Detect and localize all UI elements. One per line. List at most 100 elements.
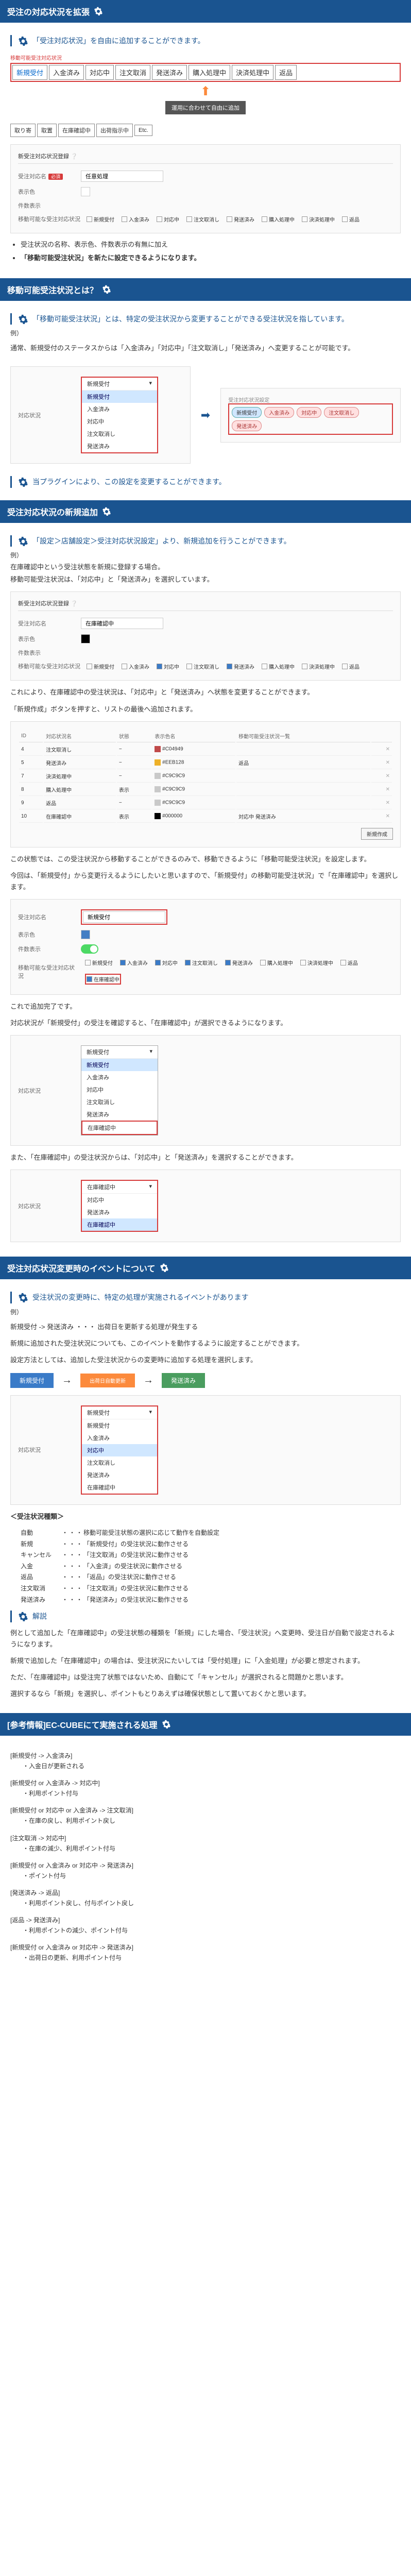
status-pill: 対応中 [297,407,321,418]
quote-s3-text: 「設定＞店舗設定＞受注対応状況設定」より、新規追加を行うことができます。 [32,535,291,547]
explain3: ただ、「在庫確認中」は受注完了状態ではないため、自動にて「キャンセル」が選択され… [10,1672,401,1683]
status-table: ID 対応状況名 状態 表示色名 移動可能受注状況一覧 4注文取消し− #C04… [18,729,393,824]
dropdown-option[interactable]: 発送済み [82,1469,157,1481]
checkbox-item[interactable]: 決済処理中 [302,215,335,223]
checkbox-item[interactable]: 購入処理中 [262,663,295,670]
flow-event: 出荷日自動更新 [80,1374,135,1387]
status-preset: 返品 [275,65,297,80]
group-label: 移動可能受注対応状況 [10,54,401,61]
dropdown-option[interactable]: 新規受付 [81,1059,158,1071]
dropdown-option[interactable]: 入金済み [81,1071,158,1083]
checkbox-item[interactable]: 対応中 [157,215,179,223]
explain1: 例として追加した「在庫確認中」の受注状態の種類を「新規」にした場合、「受注状況」… [10,1628,401,1650]
section-2-title: 移動可能受注状況とは？ [7,283,98,296]
dropdown-option[interactable]: 在庫確認中 [81,1121,158,1135]
dropdown-option[interactable]: 入金済み [82,1432,157,1444]
toggle-switch[interactable] [81,944,98,954]
checkbox-item[interactable]: 入金済み [122,215,149,223]
dropdown-option[interactable]: 対応中 [82,415,157,428]
checkbox-item[interactable]: 返品 [342,215,359,223]
checkbox-item[interactable]: 購入処理中 [260,959,293,967]
table-row: 7決済処理中− #C9C9C9✕ [19,770,392,783]
gear-icon [102,285,111,294]
dropdown-option[interactable]: 発送済み [82,440,157,452]
dropdown-option[interactable]: 発送済み [81,1108,158,1121]
checkbox-item[interactable]: 発送済み [227,215,254,223]
example-label: 例） [10,1308,401,1316]
checkbox-item[interactable]: 決済処理中 [300,959,333,967]
checkbox-item[interactable]: 新規受付 [85,959,113,967]
ex2: 移動可能受注状況は、「対応中」と「発送済み」を選択しています。 [10,574,401,585]
checkbox-item[interactable]: 注文取消し [186,663,219,670]
checkbox-item[interactable]: 入金済み [120,959,148,967]
checkbox-item[interactable]: 新規受付 [87,663,114,670]
checkbox-item[interactable]: 在庫確認中 [85,974,121,985]
dropdown-option[interactable]: 在庫確認中 [82,1481,157,1494]
color-swatch[interactable] [81,930,90,939]
checkbox-item[interactable]: 注文取消し [185,959,218,967]
ref-transition: [新規受付 -> 入金済み] [10,1751,401,1760]
ref-section: [新規受付 or 入金済み or 対応中 -> 発送済み]・ポイント付与 [10,1861,401,1881]
checkbox-item[interactable]: 対応中 [155,959,178,967]
ref-section: [新規受付 or 入金済み -> 対応中]・利用ポイント付与 [10,1778,401,1799]
arrow-label: 運用に合わせて自由に追加 [165,101,246,114]
dropdown-demo[interactable]: 新規受付▾ 新規受付 入金済み 対応中 注文取消し 発送済み 在庫確認中 [81,1045,158,1136]
dropdown-option[interactable]: 新規受付 [82,391,157,403]
preset-status-group: 新規受付 入金済み 対応中 注文取消 発送済み 購入処理中 決済処理中 返品 [10,63,401,82]
dropdown-option[interactable]: 対応中 [81,1083,158,1096]
checkbox-item[interactable]: 購入処理中 [262,215,295,223]
quote-s2-text: 「移動可能受注状況」とは、特定の受注状況から変更することができる受注状況を指して… [32,313,349,325]
gear-icon [102,507,111,516]
th: 移動可能受注状況一覧 [236,730,370,742]
ex1: 新規受付 -> 発送済み ・・・ 出荷日を更新する処理が発生する [10,1321,401,1333]
dropdown-option[interactable]: 対応中 [82,1194,157,1206]
checkbox-item[interactable]: 新規受付 [87,215,114,223]
gear-icon [18,536,28,547]
form-name-label: 受注対応名必須 [18,172,75,180]
checkbox-item[interactable]: 発送済み [227,663,254,670]
dropdown-label: 対応状況 [18,1087,75,1095]
para1: これにより、在庫確認中の受注状況は、「対応中」と「発送済み」へ状態を変更すること… [10,687,401,698]
checkbox-item[interactable]: 発送済み [225,959,253,967]
dropdown-option[interactable]: 注文取消し [82,1456,157,1469]
checkbox-item[interactable]: 決済処理中 [302,663,335,670]
ref-transition: [注文取消 -> 対応中] [10,1834,401,1842]
checkbox-item[interactable]: 返品 [342,663,359,670]
ref-transition: [返品 -> 発送済み] [10,1916,401,1924]
th: 対応状況名 [44,730,116,742]
dropdown-option[interactable]: 注文取消し [82,428,157,440]
form-name-input[interactable] [81,618,163,629]
movable-checkbox-row: 新規受付 入金済み 対応中 注文取消し 発送済み 購入処理中 決済処理中 返品 [87,215,359,223]
color-swatch[interactable] [81,187,90,196]
quote-s1-text: 「受注対応状況」を自由に追加することができます。 [32,35,205,46]
dropdown-option[interactable]: 発送済み [82,1206,157,1218]
dropdown-demo[interactable]: 新規受付▾ 新規受付 入金済み 対応中 注文取消し 発送済み 在庫確認中 [81,1405,158,1495]
status-extra: 取置 [37,124,57,137]
checkbox-item[interactable]: 入金済み [122,663,149,670]
checkbox-item[interactable]: 返品 [340,959,358,967]
table-row: 10在庫確認中表示 #000000対応中 発送済み✕ [19,810,392,823]
dropdown-option[interactable]: 在庫確認中 [82,1218,157,1231]
dropdown-option[interactable]: 新規受付 [82,1419,157,1432]
form-name-input[interactable] [83,911,165,923]
form-screenshot-1: 新受注対応状況登録 ❔ 受注対応名必須 表示色 件数表示 移動可能な受注対応状況… [10,144,401,233]
ref-section: [新規受付 or 入金済み or 対応中 -> 発送済み]・出荷日の更新、利用ポ… [10,1943,401,1963]
form-count-label: 件数表示 [18,945,75,953]
form-movable-label: 移動可能な受注対応状況 [18,963,79,980]
dropdown-option[interactable]: 入金済み [82,403,157,415]
color-swatch[interactable] [81,634,90,643]
dropdown-demo[interactable]: 在庫確認中▾ 対応中 発送済み 在庫確認中 [81,1180,158,1232]
status-pill: 発送済み [232,420,262,431]
form-color-label: 表示色 [18,188,75,196]
category-row: 発送済み・・・「発送済み」の受注状況に動作させる [21,1595,390,1606]
checkbox-item[interactable]: 注文取消し [186,215,219,223]
dropdown-option[interactable]: 注文取消し [81,1096,158,1108]
dropdown-screenshot-3: 対応状況 在庫確認中▾ 対応中 発送済み 在庫確認中 [10,1170,401,1242]
explain2: 新規で追加した「在庫確認中」の場合は、受注状況にたいしては「受付処理」に「入金処… [10,1655,401,1667]
dropdown-demo[interactable]: 新規受付▾ 新規受付 入金済み 対応中 注文取消し 発送済み [81,377,158,453]
dropdown-option[interactable]: 対応中 [82,1444,157,1456]
form-name-input[interactable] [81,171,163,182]
checkbox-item[interactable]: 対応中 [157,663,179,670]
new-create-button[interactable]: 新規作成 [361,828,393,840]
dropdown-screenshot-4: 対応状況 新規受付▾ 新規受付 入金済み 対応中 注文取消し 発送済み 在庫確認… [10,1395,401,1505]
